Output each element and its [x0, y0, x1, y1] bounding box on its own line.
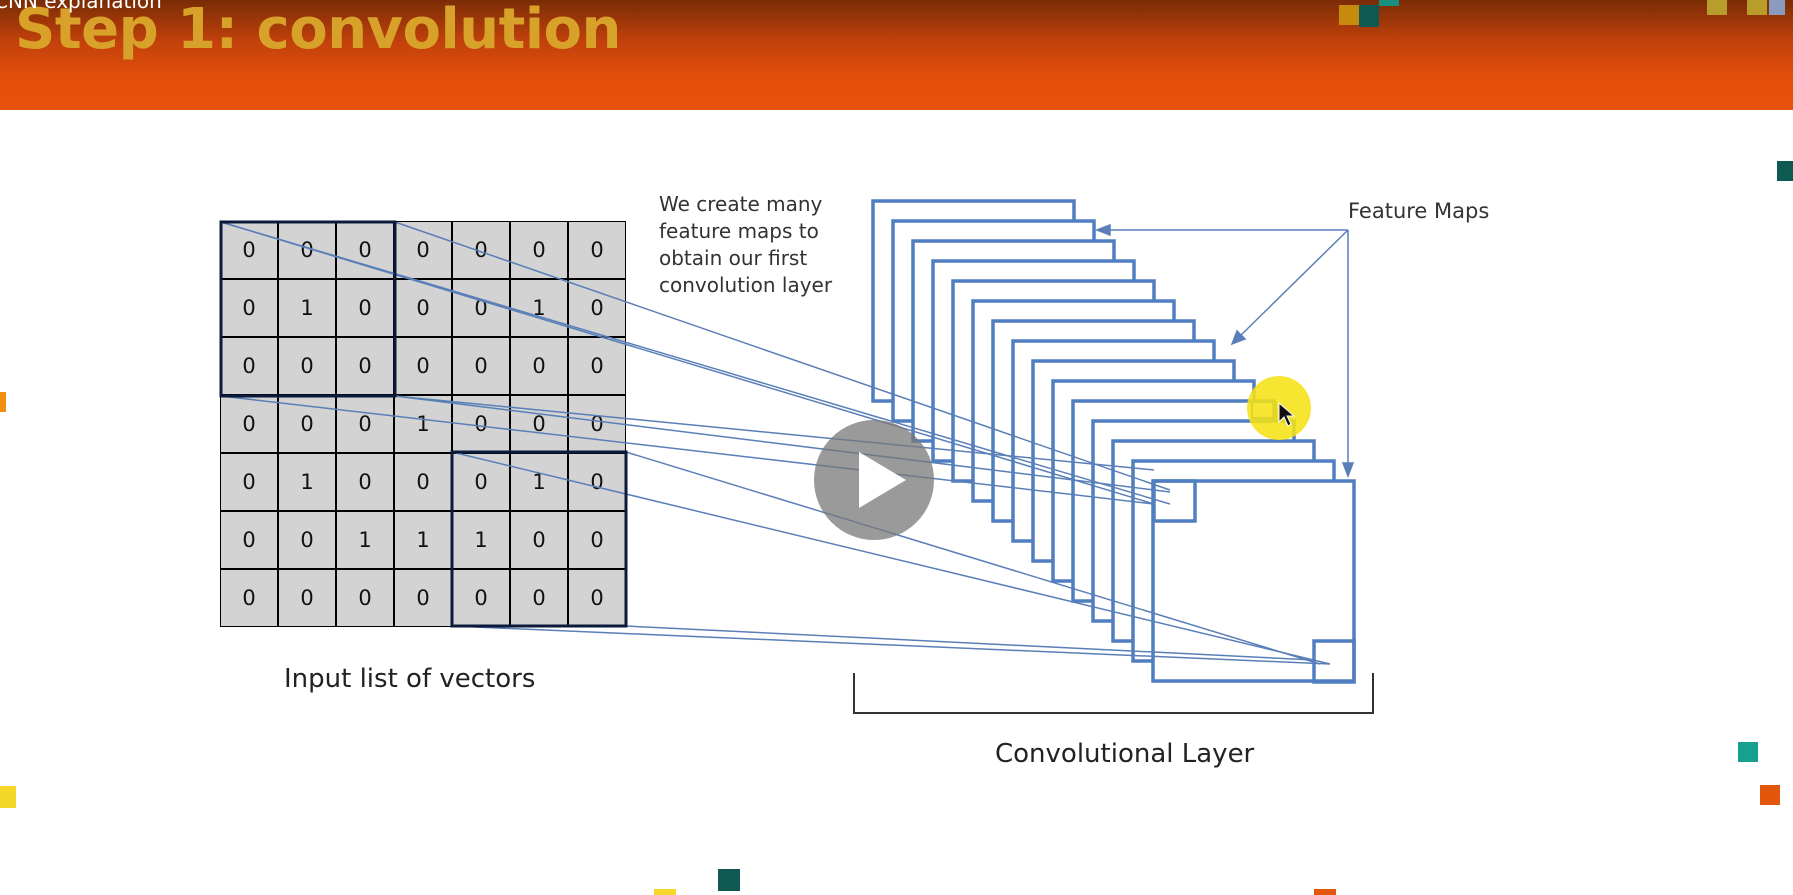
- feature-maps-label: Feature Maps: [1348, 199, 1490, 223]
- play-button[interactable]: [814, 420, 934, 540]
- input-caption: Input list of vectors: [284, 664, 536, 694]
- feature-map: [1151, 479, 1356, 683]
- annotation-line: convolution layer: [659, 273, 833, 297]
- conv-layer-caption: Convolutional Layer: [995, 739, 1255, 769]
- annotation-text: We create many feature maps to obtain ou…: [659, 191, 869, 299]
- play-icon: [859, 452, 906, 508]
- mouse-pointer-icon: [1278, 402, 1296, 427]
- annotation-line: feature maps to: [659, 219, 819, 243]
- kernel-window-bottom-right: [450, 450, 628, 628]
- annotation-line: obtain our first: [659, 246, 808, 270]
- annotation-line: We create many: [659, 192, 823, 216]
